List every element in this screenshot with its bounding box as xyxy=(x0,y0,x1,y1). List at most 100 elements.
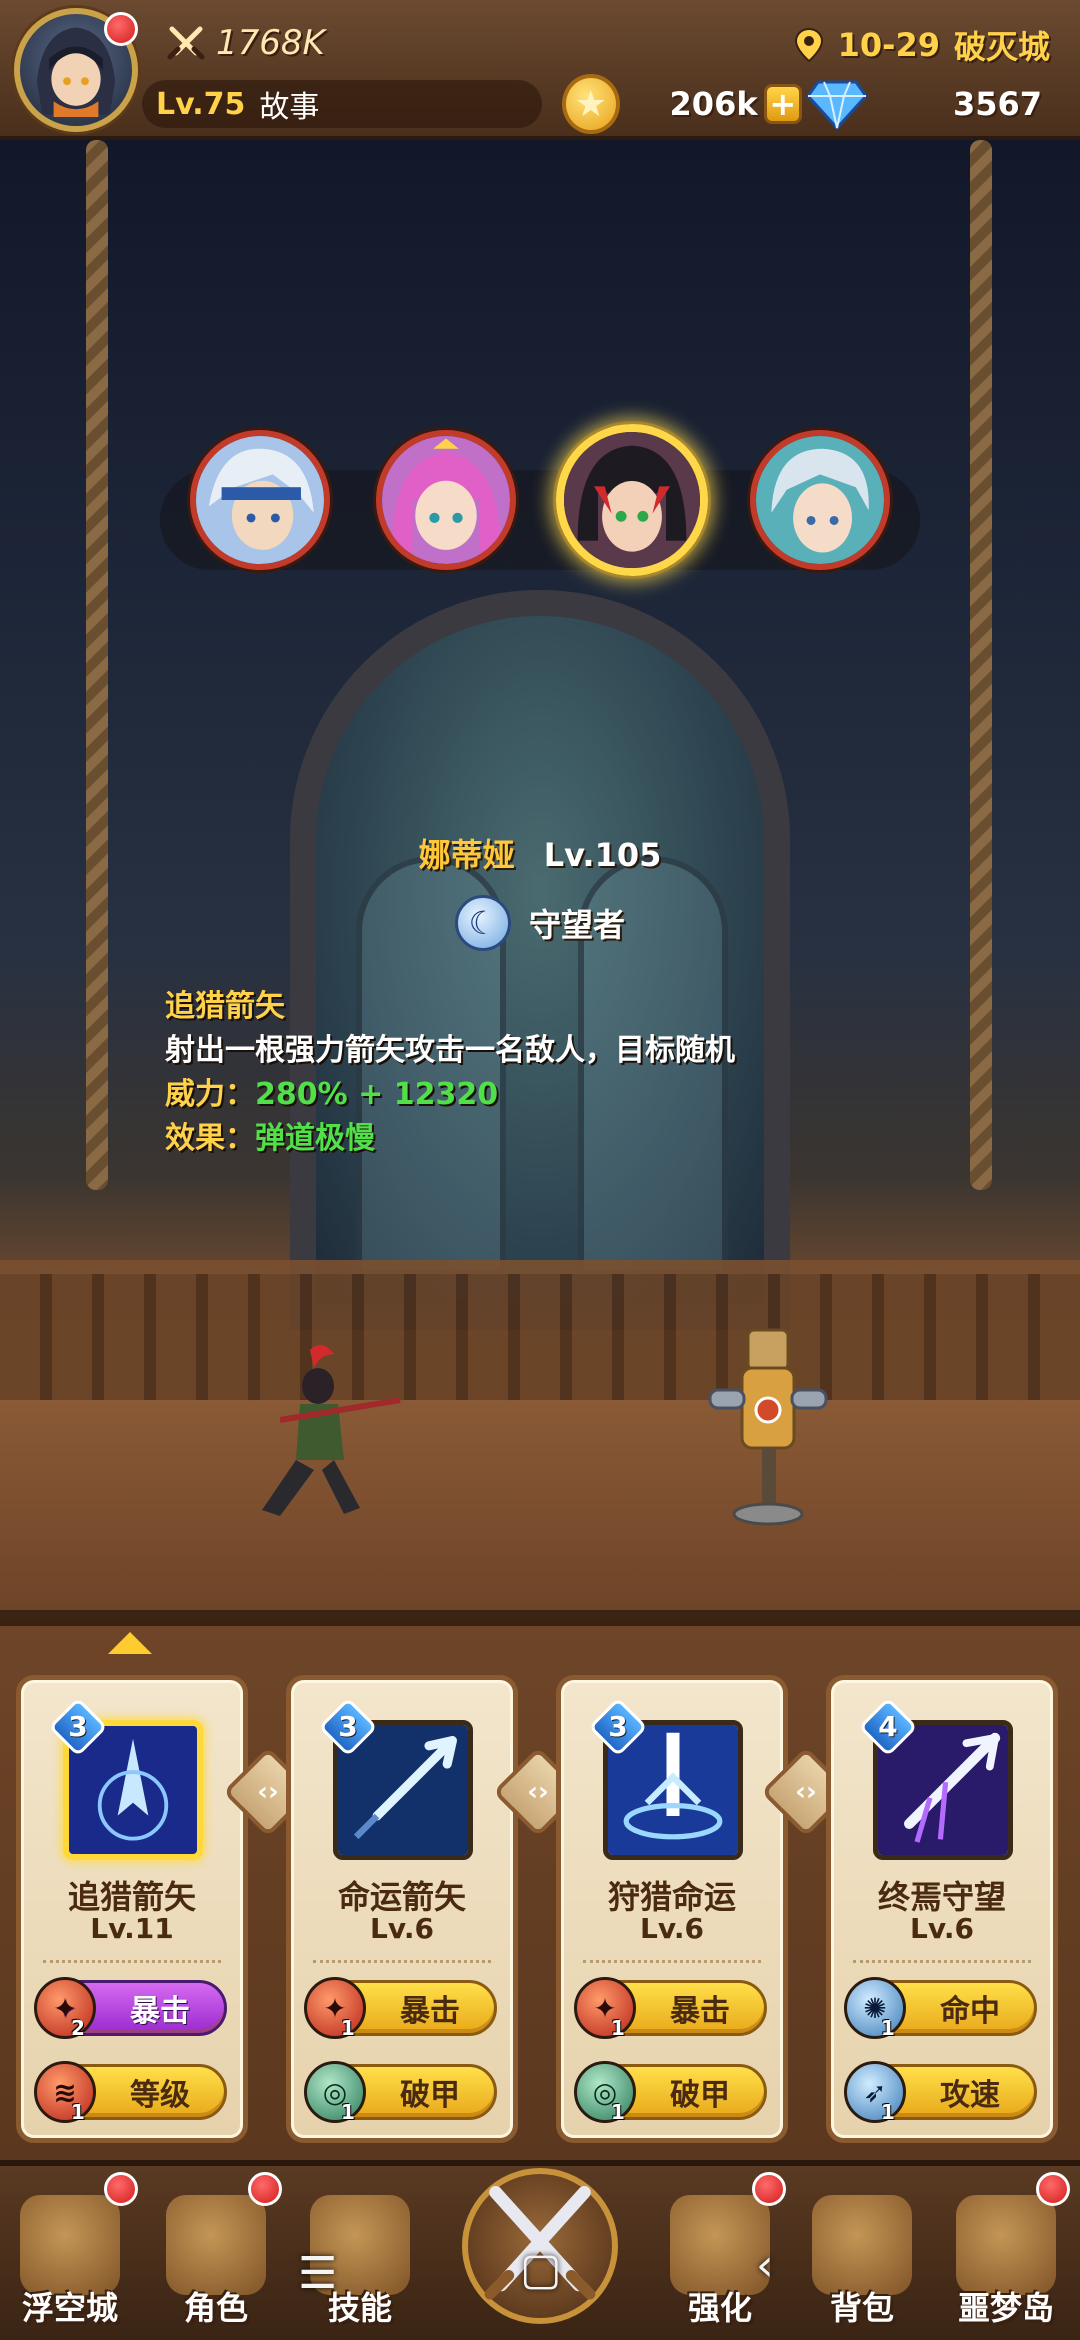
moon-icon: ☾ xyxy=(454,895,511,951)
location-pin-icon xyxy=(794,27,823,63)
hero-face-icon xyxy=(564,432,700,568)
skill-effect-label: 效果： xyxy=(165,1121,255,1156)
nav-badge-dot xyxy=(104,2172,138,2206)
hero-portrait-2[interactable] xyxy=(376,430,516,570)
selected-skill-arrow-icon xyxy=(108,1632,152,1654)
hero-portrait-3-selected[interactable] xyxy=(556,424,708,576)
rune-slot-button[interactable]: ✦ 2 暴击 xyxy=(34,1977,227,2040)
combat-power: 1768K xyxy=(166,20,386,66)
rune-slot-button[interactable]: ≋ 1 等级 xyxy=(34,2061,227,2124)
hero-level: Lv.105 xyxy=(543,836,662,874)
gold-coin-icon: ★ xyxy=(562,74,620,134)
skill-card-3[interactable]: 3 狩猎命运 Lv.6 ✦ 1 暴击 ◎ 1 破甲 xyxy=(556,1675,788,2143)
hero-class: ☾ 守望者 xyxy=(0,895,1080,951)
backpack-icon xyxy=(812,2195,912,2295)
gold-amount: 206k xyxy=(669,85,758,123)
nav-label: 浮空城 xyxy=(21,2289,118,2327)
anvil-hammer-icon xyxy=(670,2195,770,2295)
location-name: 破灭城 xyxy=(953,28,1050,66)
level-bar: Lv.75 故事 xyxy=(142,80,542,128)
skill-level: Lv.6 xyxy=(370,1912,434,1945)
rune-label: 破甲 xyxy=(670,2078,730,2113)
top-bar: 1768K Lv.75 故事 10-29 破灭城 ★ 206k + 3567 xyxy=(0,0,1080,140)
right-rope xyxy=(970,140,992,1190)
nav-label: 噩梦岛 xyxy=(957,2289,1054,2327)
rune-label: 破甲 xyxy=(400,2078,460,2113)
skill-detail-description: 射出一根强力箭矢攻击一名敌人，目标随机 xyxy=(165,1033,735,1068)
skill-level: Lv.6 xyxy=(640,1912,704,1945)
skill-level: Lv.6 xyxy=(910,1912,974,1945)
nav-nightmare-island[interactable]: 噩梦岛 xyxy=(936,2195,1076,2335)
hero-portrait-1[interactable] xyxy=(190,430,330,570)
nav-character[interactable]: 角色 xyxy=(146,2195,286,2335)
gem-amount: 3567 xyxy=(952,85,1042,123)
crossed-swords-icon xyxy=(167,26,205,60)
skill-level: Lv.11 xyxy=(90,1912,174,1945)
green-rune-icon: ◎ 1 xyxy=(304,2061,366,2124)
castle-arch xyxy=(290,590,790,1330)
nav-badge-dot xyxy=(1036,2172,1070,2206)
system-back-button[interactable]: ‹ xyxy=(756,2240,774,2291)
nav-badge-dot xyxy=(752,2172,786,2206)
rune-label: 暴击 xyxy=(130,1994,190,2029)
nav-label: 背包 xyxy=(829,2289,894,2327)
add-gold-button[interactable]: + xyxy=(763,84,802,124)
hero-title: 娜蒂娅 Lv.105 xyxy=(0,830,1080,876)
hero-face-icon xyxy=(196,436,324,564)
stage-floor xyxy=(0,1400,1080,1620)
rune-label: 命中 xyxy=(940,1994,1000,2029)
rune-slot-button[interactable]: ✦ 1 暴击 xyxy=(574,1977,767,2040)
balcony-railing xyxy=(0,1260,1080,1400)
gold-currency: ★ 206k + xyxy=(562,74,802,134)
red-rune-icon: ✦ 2 xyxy=(34,1977,96,2040)
rune-label: 暴击 xyxy=(400,1994,460,2029)
skill-detail-title: 追猎箭矢 xyxy=(165,989,285,1024)
rune-slot-button[interactable]: ✦ 1 暴击 xyxy=(304,1977,497,2040)
knight-helmet-icon xyxy=(166,2195,266,2295)
diamond-icon xyxy=(806,80,868,130)
red-rune-icon: ✦ 1 xyxy=(304,1977,366,2040)
blue-rune-icon: ➶ 1 xyxy=(844,2061,906,2124)
blue-rune-icon: ✺ 1 xyxy=(844,1977,906,2040)
rune-slot-button[interactable]: ✺ 1 命中 xyxy=(844,1977,1037,2040)
nav-backpack[interactable]: 背包 xyxy=(792,2195,932,2335)
red-rune-icon: ≋ 1 xyxy=(34,2061,96,2124)
nav-floating-city[interactable]: 浮空城 xyxy=(0,2195,140,2335)
skill-card-4[interactable]: 4 终焉守望 Lv.6 ✺ 1 命中 ➶ 1 攻速 xyxy=(826,1675,1058,2143)
skill-power-value: 280% + 12320 xyxy=(255,1077,499,1112)
avatar-notification-dot xyxy=(104,12,138,46)
location-info[interactable]: 10-29 破灭城 xyxy=(794,22,1050,68)
stage-number: 10-29 xyxy=(837,26,940,64)
floating-city-icon xyxy=(20,2195,120,2295)
skill-card-2[interactable]: 3 命运箭矢 Lv.6 ✦ 1 暴击 ◎ 1 破甲 xyxy=(286,1675,518,2143)
story-label: 故事 xyxy=(259,90,320,125)
player-level: Lv.75 xyxy=(156,86,246,122)
skill-card-1[interactable]: 3 追猎箭矢 Lv.11 ✦ 2 暴击 ≋ 1 等级 xyxy=(16,1675,248,2143)
battle-scene: 娜蒂娅 Lv.105 ☾ 守望者 追猎箭矢 射出一根强力箭矢攻击一名敌人，目标随… xyxy=(0,140,1080,1620)
skill-description-panel: 追猎箭矢 射出一根强力箭矢攻击一名敌人，目标随机 威力：280% + 12320… xyxy=(165,985,735,1161)
hero-portrait-4[interactable] xyxy=(750,430,890,570)
skill-effect-value: 弹道极慢 xyxy=(255,1121,375,1156)
red-rune-icon: ✦ 1 xyxy=(574,1977,636,2040)
rune-label: 暴击 xyxy=(670,1994,730,2029)
rune-label: 攻速 xyxy=(940,2078,1000,2113)
gem-currency: 3567 xyxy=(806,80,1056,130)
rune-label: 等级 xyxy=(130,2078,190,2113)
hero-face-icon xyxy=(382,436,510,564)
rune-slot-button[interactable]: ◎ 1 破甲 xyxy=(574,2061,767,2124)
combat-power-value: 1768K xyxy=(216,23,325,63)
system-home-button[interactable]: ▢ xyxy=(520,2244,562,2295)
left-rope xyxy=(86,140,108,1190)
training-dummy-sprite xyxy=(708,1328,828,1526)
rune-slot-button[interactable]: ➶ 1 攻速 xyxy=(844,2061,1037,2124)
nav-label: 角色 xyxy=(183,2289,248,2327)
hero-name: 娜蒂娅 xyxy=(418,836,515,874)
skill-power-label: 威力： xyxy=(165,1077,255,1112)
nav-badge-dot xyxy=(248,2172,282,2206)
green-rune-icon: ◎ 1 xyxy=(574,2061,636,2124)
nightmare-island-icon xyxy=(956,2195,1056,2295)
system-menu-button[interactable]: ☰ xyxy=(298,2248,337,2299)
hero-class-name: 守望者 xyxy=(528,906,625,944)
hero-character-sprite xyxy=(262,1344,401,1516)
rune-slot-button[interactable]: ◎ 1 破甲 xyxy=(304,2061,497,2124)
